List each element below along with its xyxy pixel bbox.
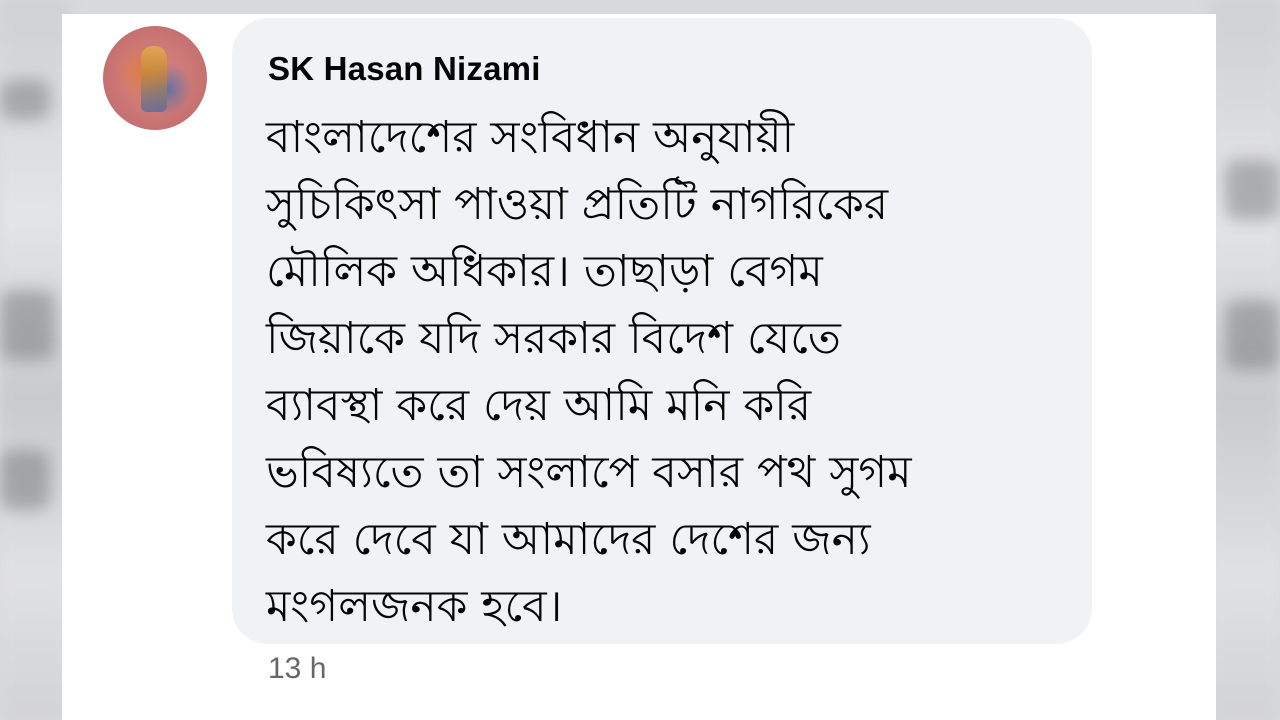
avatar-image: [141, 46, 167, 112]
comment-line: মৌলিক অধিকার। তাছাড়া বেগম: [266, 246, 823, 297]
background-smudge: [1225, 300, 1280, 370]
comment-body: বাংলাদেশের সংবিধান অনুযায়ী সুচিকিৎসা পা…: [266, 104, 1066, 640]
background-smudge: [1225, 160, 1280, 220]
comment-line: জিয়াকে যদি সরকার বিদেশ যেতে: [266, 313, 841, 364]
comment-timestamp[interactable]: 13 h: [268, 652, 326, 686]
comment-line: সুচিকিৎসা পাওয়া প্রতিটি নাগরিকের: [266, 179, 889, 230]
comment-line: ভবিষ্যতে তা সংলাপে বসার পথ সুগম: [266, 447, 912, 498]
comment-line: করে দেবে যা আমাদের দেশের জন্য: [266, 514, 871, 565]
background-smudge: [0, 80, 50, 120]
background-smudge: [0, 290, 55, 360]
comment-line: ব্যাবস্থা করে দেয় আমি মনি করি: [266, 380, 812, 431]
comment-author-name[interactable]: SK Hasan Nizami: [268, 50, 541, 88]
screenshot-stage: SK Hasan Nizami বাংলাদেশের সংবিধান অনুযা…: [0, 0, 1280, 720]
comment-line: মংগলজনক হবে।: [266, 581, 563, 632]
avatar[interactable]: [103, 26, 207, 130]
comment-line: বাংলাদেশের সংবিধান অনুযায়ী: [266, 112, 795, 163]
background-smudge: [0, 450, 50, 510]
